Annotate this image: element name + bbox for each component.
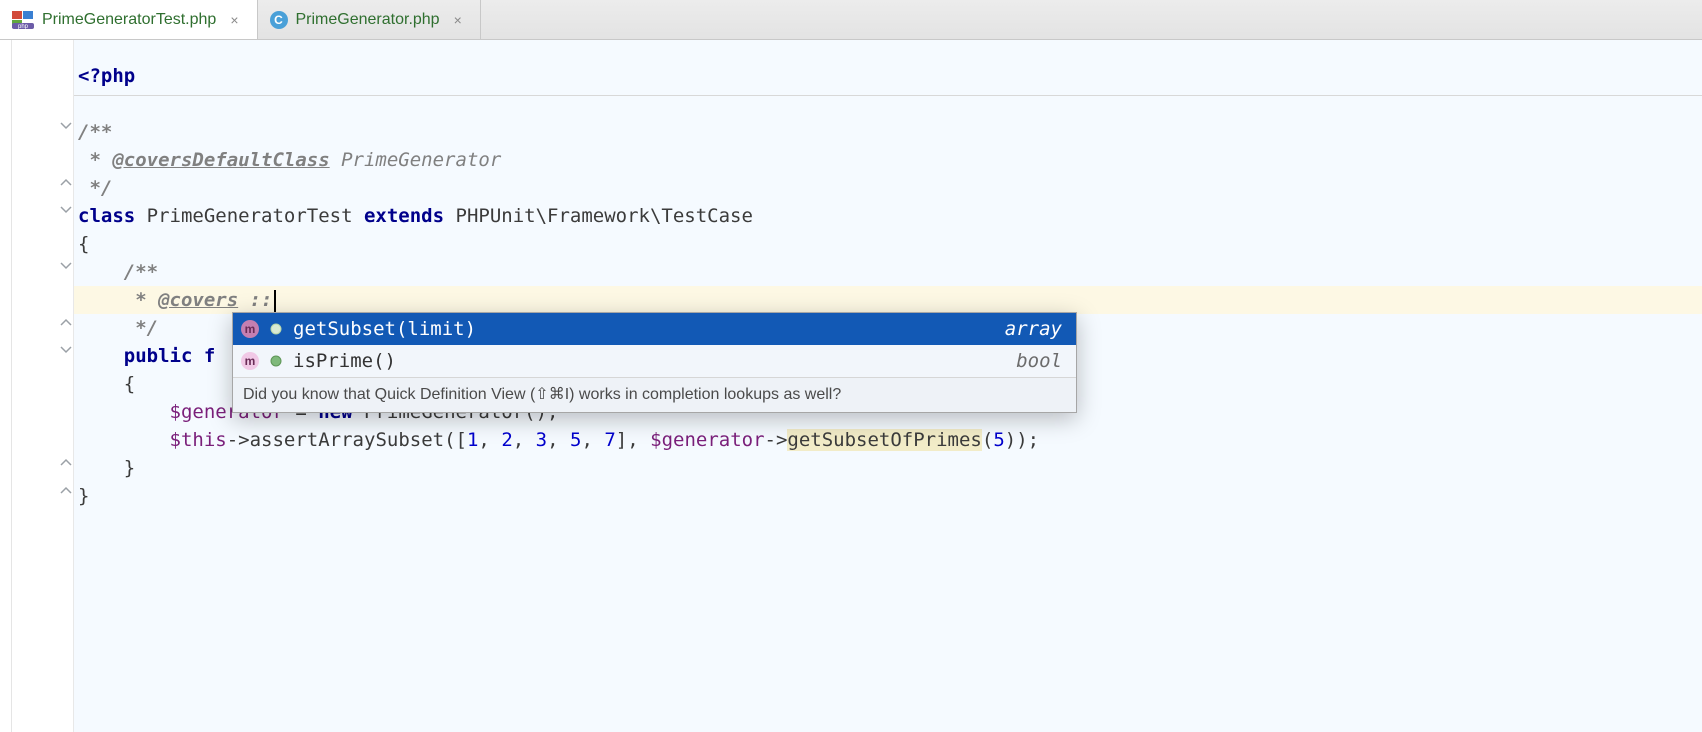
code-text: /** (78, 121, 112, 143)
code-text: } (78, 485, 89, 507)
close-icon[interactable]: × (230, 12, 238, 28)
code-text: { (78, 373, 135, 395)
code-text: :: (250, 289, 273, 311)
fold-toggle-icon[interactable] (60, 120, 72, 132)
code-text: PrimeGenerator (330, 149, 502, 171)
keyword: public (124, 345, 193, 367)
code-text: * (78, 289, 158, 311)
fold-toggle-icon[interactable] (60, 204, 72, 216)
completion-item-isprime[interactable]: m isPrime() bool (233, 345, 1076, 377)
class-file-icon: C (270, 11, 288, 29)
completion-label: isPrime() (293, 350, 396, 372)
keyword: extends (364, 205, 444, 227)
code-text: * (78, 149, 112, 171)
code-text: */ (78, 317, 158, 339)
number: 1 (467, 429, 478, 451)
number: 7 (604, 429, 615, 451)
code-text: } (78, 457, 135, 479)
fold-end-icon[interactable] (60, 316, 72, 328)
number: 2 (501, 429, 512, 451)
code-text: ([ (444, 429, 467, 451)
visibility-icon (269, 322, 283, 336)
variable: $generator (650, 429, 764, 451)
fold-end-icon[interactable] (60, 456, 72, 468)
code-text: ], (616, 429, 650, 451)
left-margin (0, 40, 12, 732)
completion-return-type: bool (1016, 350, 1062, 372)
separator-line (74, 95, 1702, 96)
method-badge-icon: m (241, 352, 259, 370)
code-text (78, 429, 170, 451)
method-call-highlighted: getSubsetOfPrimes (787, 429, 981, 451)
code-text: { (78, 233, 89, 255)
code-text: PrimeGeneratorTest (135, 205, 364, 227)
variable: $this (170, 429, 227, 451)
code-text (78, 345, 124, 367)
tab-label: PrimeGenerator.php (296, 11, 440, 29)
editor-gutter[interactable] (12, 40, 74, 732)
annotation: @coversDefaultClass (112, 149, 329, 171)
fold-toggle-icon[interactable] (60, 344, 72, 356)
code-text: )); (1005, 429, 1039, 451)
code-text: ( (982, 429, 993, 451)
number: 3 (536, 429, 547, 451)
completion-return-type: array (1005, 318, 1062, 340)
annotation: @covers (158, 289, 238, 311)
close-icon[interactable]: × (454, 12, 462, 28)
code-text: /** (78, 261, 158, 283)
fold-end-icon[interactable] (60, 484, 72, 496)
tab-prime-generator[interactable]: C PrimeGenerator.php × (258, 0, 481, 39)
php-file-icon: php (12, 11, 34, 29)
code-text: PHPUnit\Framework\TestCase (444, 205, 753, 227)
visibility-icon (269, 354, 283, 368)
code-editor[interactable]: <?php /** * @coversDefaultClass PrimeGen… (74, 40, 1702, 732)
completion-label: getSubset(limit) (293, 318, 476, 340)
number: 5 (570, 429, 581, 451)
fold-end-icon[interactable] (60, 176, 72, 188)
tab-label: PrimeGeneratorTest.php (42, 11, 216, 29)
code-text: -> (227, 429, 250, 451)
code-text: , (478, 429, 501, 451)
number: 5 (993, 429, 1004, 451)
editor-workarea: <?php /** * @coversDefaultClass PrimeGen… (0, 40, 1702, 732)
completion-popup: m getSubset(limit) array m isPrime() boo… (232, 312, 1077, 413)
code-text: <?php (78, 65, 135, 87)
keyword: class (78, 205, 135, 227)
code-text: , (581, 429, 604, 451)
tab-prime-generator-test[interactable]: php PrimeGeneratorTest.php × (0, 0, 258, 39)
code-text: , (547, 429, 570, 451)
code-text (238, 289, 249, 311)
code-text: , (513, 429, 536, 451)
completion-item-getsubset[interactable]: m getSubset(limit) array (233, 313, 1076, 345)
code-text (78, 401, 170, 423)
method-call: assertArraySubset (250, 429, 444, 451)
code-text: -> (765, 429, 788, 451)
code-text: */ (78, 177, 112, 199)
method-badge-icon: m (241, 320, 259, 338)
editor-tabbar: php PrimeGeneratorTest.php × C PrimeGene… (0, 0, 1702, 40)
keyword: f (204, 345, 215, 367)
text-caret (274, 290, 276, 312)
svg-text:php: php (18, 24, 29, 29)
completion-tip: Did you know that Quick Definition View … (233, 377, 1076, 412)
fold-toggle-icon[interactable] (60, 260, 72, 272)
code-text (192, 345, 203, 367)
